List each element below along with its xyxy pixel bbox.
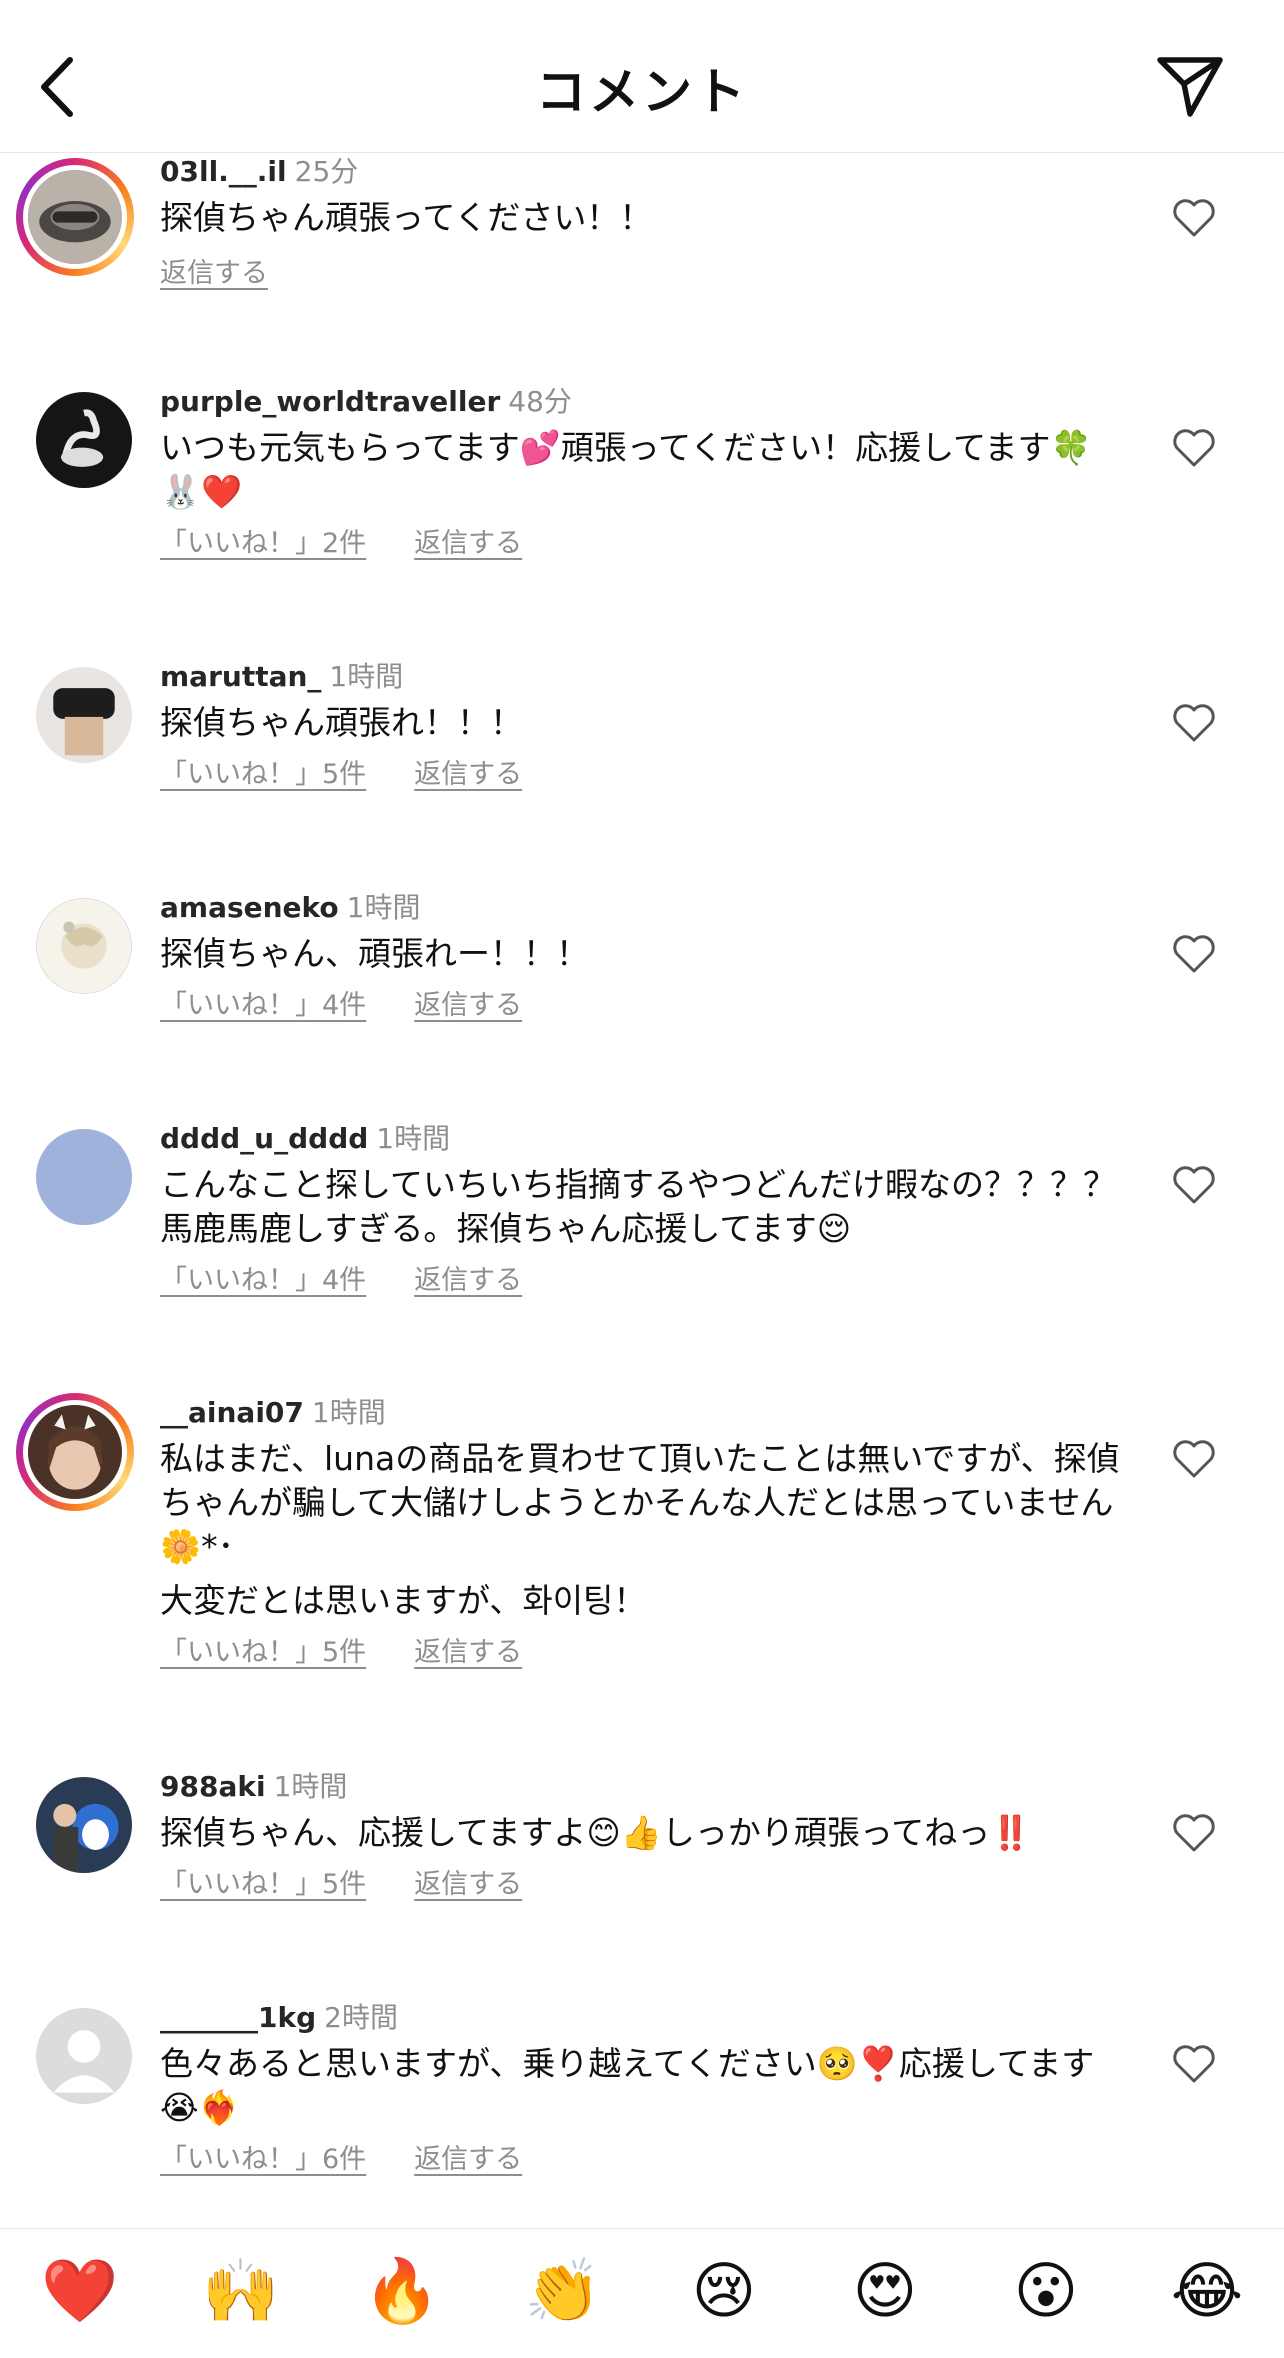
avatar[interactable] [16,2000,134,2118]
comment-username[interactable]: __ainai07 [160,1396,304,1429]
comment-text: 探偵ちゃん頑張れ！！！ [160,703,523,742]
avatar[interactable] [16,890,134,1008]
reaction-raising-hands-emoji[interactable]: 🙌 [196,2251,286,2331]
page-title: コメント [536,63,748,121]
comment-text: 探偵ちゃん頑張ってください！！ [160,198,653,237]
like-heart-icon[interactable] [1172,1813,1216,1853]
likes-count-link[interactable]: 「いいね！」2件 [160,528,366,559]
comment-time: 1時間 [376,1122,451,1155]
comment-text: こんなこと探していちいち指摘するやつどんだけ暇なの？？？？馬鹿馬鹿しすぎる。探偵… [160,1165,1117,1248]
comment-time: 2時間 [324,2001,398,2034]
quick-reaction-bar: ❤️ 🙌 🔥 👏 😢 😍 😮 😂 [0,2228,1284,2358]
likes-count-link[interactable]: 「いいね！」5件 [160,1637,366,1668]
comment-username[interactable]: 988aki [160,1770,266,1803]
reply-button[interactable]: 返信する [414,528,522,559]
reaction-crying-emoji[interactable]: 😢 [679,2251,769,2331]
header: コメント [0,0,1284,153]
comment-text: いつも元気もらってます💕頑張ってください！応援してます🍀🐰❤️ [160,428,1092,511]
like-heart-icon[interactable] [1172,2044,1216,2084]
comment-time: 48分 [508,385,572,418]
send-icon[interactable] [1154,50,1226,122]
avatar[interactable] [16,1121,134,1239]
likes-count-link[interactable]: 「いいね！」6件 [160,2144,366,2175]
reaction-laughing-emoji[interactable]: 😂 [1162,2251,1252,2331]
comment-time: 1時間 [329,660,404,693]
reaction-heart-eyes-emoji[interactable]: 😍 [840,2251,930,2331]
likes-count-link[interactable]: 「いいね！」4件 [160,1265,366,1296]
reaction-surprised-emoji[interactable]: 😮 [1001,2251,1091,2331]
reply-button[interactable]: 返信する [414,990,522,1021]
reaction-fire-emoji[interactable]: 🔥 [357,2251,447,2331]
like-heart-icon[interactable] [1172,1439,1216,1479]
like-heart-icon[interactable] [1172,1165,1216,1205]
reply-button[interactable]: 返信する [414,2144,522,2175]
reply-button[interactable]: 返信する [414,759,522,790]
likes-count-link[interactable]: 「いいね！」4件 [160,990,366,1021]
comment-username[interactable]: _______1kg [160,2001,316,2034]
reply-button[interactable]: 返信する [414,1265,522,1296]
comment-username[interactable]: dddd_u_dddd [160,1122,368,1155]
like-heart-icon[interactable] [1172,934,1216,974]
comment-username[interactable]: amaseneko [160,891,339,924]
comment-username[interactable]: 03ll.__.il [160,155,287,188]
reply-button[interactable]: 返信する [160,258,268,289]
comment-username[interactable]: maruttan_ [160,660,321,693]
reply-button[interactable]: 返信する [414,1637,522,1668]
avatar[interactable] [16,1769,134,1887]
reaction-heart-emoji[interactable]: ❤️ [35,2251,125,2331]
comment-text: 探偵ちゃん、頑張れー！！！ [160,934,589,973]
reaction-clap-emoji[interactable]: 👏 [518,2251,608,2331]
comment-time: 1時間 [311,1396,386,1429]
comment-username[interactable]: purple_worldtraveller [160,385,500,418]
likes-count-link[interactable]: 「いいね！」5件 [160,759,366,790]
comment-text: 私はまだ、lunaの商品を買わせて頂いたことは無いですが、探偵ちゃんが騙して大儲… [160,1439,1120,1620]
reply-button[interactable]: 返信する [414,1869,522,1900]
avatar[interactable] [16,158,134,276]
comment-time: 1時間 [273,1770,348,1803]
likes-count-link[interactable]: 「いいね！」5件 [160,1869,366,1900]
like-heart-icon[interactable] [1172,703,1216,743]
avatar[interactable] [16,1393,134,1511]
avatar[interactable] [16,659,134,777]
comment-text: 探偵ちゃん、応援してますよ😊👍しっかり頑張ってねっ‼️ [160,1813,1032,1852]
avatar[interactable] [16,384,134,502]
like-heart-icon[interactable] [1172,198,1216,238]
comment-text: 色々あると思いますが、乗り越えてください🥺❣️応援してます😭❤️‍🔥 [160,2044,1095,2127]
comment-time: 25分 [294,155,359,188]
like-heart-icon[interactable] [1172,428,1216,468]
comment-time: 1時間 [346,891,421,924]
